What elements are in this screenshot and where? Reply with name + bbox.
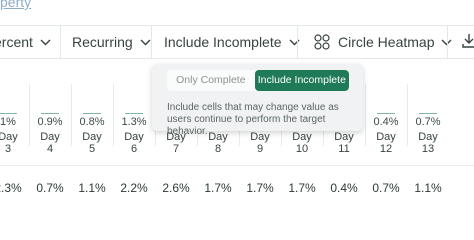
day-label: Day — [376, 131, 396, 143]
toolbar: ercent Recurring Include Incomplete Circ… — [0, 25, 474, 59]
percent-dropdown[interactable]: ercent — [0, 26, 51, 58]
day-label: Day — [124, 131, 144, 143]
rate-cell: 0.7% — [415, 116, 441, 128]
rate-marker — [0, 113, 17, 114]
property-link[interactable]: perty — [0, 0, 31, 10]
value-cell[interactable]: 1.1% — [407, 181, 449, 195]
day-number: 7 — [172, 143, 180, 155]
toolbar-divider — [447, 26, 448, 58]
percent-dropdown-label: ercent — [0, 34, 33, 50]
day-header: Day 13 — [407, 131, 449, 155]
rate-marker — [41, 113, 59, 114]
only-complete-option[interactable]: Only Complete — [167, 70, 255, 91]
day-number: 5 — [88, 143, 96, 155]
day-header: Day 5 — [71, 131, 113, 155]
rate-cell: 0.8% — [79, 116, 105, 128]
value-cell[interactable]: 1.1% — [71, 181, 113, 195]
recurring-dropdown-label: Recurring — [72, 34, 133, 50]
day-label: Day — [0, 131, 18, 143]
toolbar-divider — [151, 26, 152, 58]
rate-marker — [83, 113, 101, 114]
circle-grid-icon — [314, 34, 330, 50]
chevron-down-icon — [40, 39, 51, 46]
day-number: 11 — [338, 143, 350, 155]
day-number: 8 — [214, 143, 222, 155]
rate-marker — [125, 113, 143, 114]
circle-heatmap-dropdown[interactable]: Circle Heatmap — [314, 26, 452, 58]
rate-cell: 1.3% — [121, 116, 147, 128]
day-number: 6 — [130, 143, 138, 155]
day-number: 12 — [379, 143, 393, 155]
day-column: 1.3% Day 6 2.2% — [113, 84, 155, 209]
day-label: Day — [82, 131, 102, 143]
toolbar-divider — [60, 26, 61, 58]
day-label: Day — [40, 131, 60, 143]
day-column: 0.8% Day 5 1.1% — [71, 84, 113, 209]
popover-description: Include cells that may change value as u… — [167, 102, 339, 137]
day-header: Day 4 — [29, 131, 71, 155]
chevron-down-icon — [140, 39, 151, 46]
value-cell[interactable]: 0.7% — [29, 181, 71, 195]
circle-heatmap-dropdown-label: Circle Heatmap — [338, 34, 435, 50]
rate-marker — [419, 113, 437, 114]
value-cell[interactable]: 2.2% — [113, 181, 155, 195]
day-header: Day 3 — [0, 131, 29, 155]
rate-cell: 0.9% — [37, 116, 63, 128]
value-cell[interactable]: 1.7% — [197, 181, 239, 195]
toolbar-divider — [297, 26, 298, 58]
download-button[interactable] — [462, 26, 474, 58]
rate-cell: 1% — [0, 116, 16, 128]
value-cell[interactable]: 0.4% — [323, 181, 365, 195]
day-column: 0.4% Day 12 0.7% — [365, 84, 407, 209]
day-header: Day 6 — [113, 131, 155, 155]
day-column: 0.9% Day 4 0.7% — [29, 84, 71, 209]
day-number: 10 — [295, 143, 309, 155]
day-number: 9 — [256, 143, 264, 155]
include-incomplete-popover: Only Complete Include Incomplete Include… — [152, 64, 363, 137]
recurring-dropdown[interactable]: Recurring — [72, 26, 151, 58]
value-cell[interactable]: 1.7% — [281, 181, 323, 195]
value-cell[interactable]: 0.7% — [365, 181, 407, 195]
day-number: 13 — [421, 143, 435, 155]
value-cell[interactable]: 1.7% — [239, 181, 281, 195]
include-incomplete-dropdown[interactable]: Include Incomplete — [164, 26, 300, 58]
day-number: 3 — [4, 143, 12, 155]
day-column: 0.7% Day 13 1.1% — [407, 84, 449, 209]
value-cell[interactable]: 2.6% — [155, 181, 197, 195]
rate-marker — [377, 113, 395, 114]
include-incomplete-dropdown-label: Include Incomplete — [164, 34, 282, 50]
completion-toggle: Only Complete Include Incomplete — [167, 70, 349, 91]
day-column: 1% Day3 2.3% — [0, 108, 29, 209]
rate-cell: 0.4% — [373, 116, 399, 128]
day-label: Day — [418, 131, 438, 143]
include-incomplete-option[interactable]: Include Incomplete — [254, 70, 349, 91]
day-header: Day 12 — [365, 131, 407, 155]
download-icon — [462, 33, 474, 52]
day-number: 4 — [46, 143, 54, 155]
value-cell[interactable]: 2.3% — [0, 181, 29, 195]
